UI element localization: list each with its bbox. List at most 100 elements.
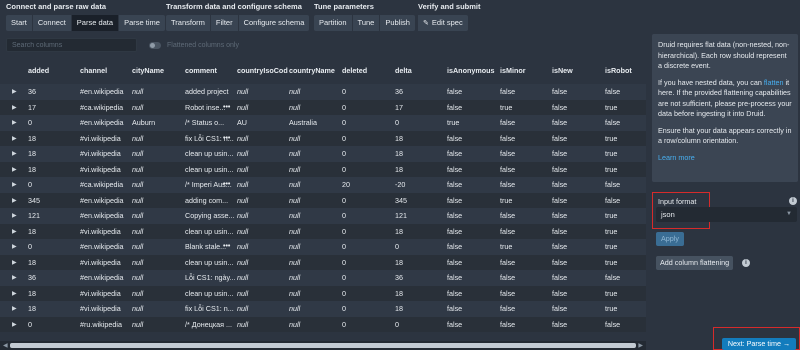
- ensure-text: Ensure that your data appears correctly …: [658, 125, 792, 146]
- step-publish-button[interactable]: Publish: [380, 15, 415, 31]
- table-cell: clean up usin...: [185, 288, 234, 298]
- column-header[interactable]: deleted: [342, 66, 395, 75]
- table-row[interactable]: ▶ 18 #vi.wikipedia null clean up usin... null…: [0, 223, 646, 239]
- table-cell: false: [552, 242, 568, 252]
- table-row[interactable]: ▶ 0 #ca.wikipedia null/* Imperi Aus... ••• nu…: [0, 177, 646, 193]
- table-cell: true: [605, 226, 618, 236]
- next-parse-time-button[interactable]: Next: Parse time →: [722, 338, 796, 350]
- table-row[interactable]: ▶ 345 #en.wikipedia null adding com... null nu…: [0, 192, 646, 208]
- column-header[interactable]: isMinor: [500, 66, 552, 75]
- table-cell: #vi.wikipedia: [80, 226, 121, 236]
- scroll-right-icon[interactable]: ▶: [638, 342, 643, 349]
- column-header[interactable]: cityName: [132, 66, 185, 75]
- table-cell: null: [237, 195, 249, 205]
- caret-right-icon[interactable]: ▶: [0, 181, 28, 188]
- step-partition-button[interactable]: Partition: [314, 15, 353, 31]
- table-cell: true: [500, 195, 513, 205]
- table-cell: true: [605, 149, 618, 159]
- column-header[interactable]: countryName: [289, 66, 342, 75]
- table-row[interactable]: ▶ 18 #vi.wikipedia null clean up usin... null…: [0, 254, 646, 270]
- caret-right-icon[interactable]: ▶: [0, 88, 28, 95]
- caret-right-icon[interactable]: ▶: [0, 135, 28, 142]
- table-cell: #vi.wikipedia: [80, 304, 121, 314]
- caret-right-icon[interactable]: ▶: [0, 119, 28, 126]
- apply-button[interactable]: Apply: [656, 232, 684, 246]
- step-transform-button[interactable]: Transform: [166, 15, 211, 31]
- add-column-flattening-button[interactable]: Add column flattening: [656, 256, 734, 270]
- step-parse-time-button[interactable]: Parse time: [119, 15, 165, 31]
- caret-right-icon[interactable]: ▶: [0, 104, 28, 111]
- toggle-switch[interactable]: [149, 41, 161, 49]
- column-header[interactable]: isNew: [552, 66, 605, 75]
- column-header[interactable]: channel: [80, 66, 132, 75]
- table-row[interactable]: ▶ 18 #vi.wikipedia null fix Lỗi CS1: n... •••…: [0, 130, 646, 146]
- step-group-connect: Connect and parse raw data Start Connect…: [6, 2, 165, 31]
- table-cell: false: [500, 118, 516, 128]
- learn-more-link[interactable]: Learn more: [658, 153, 695, 162]
- table-cell: false: [500, 164, 516, 174]
- caret-right-icon[interactable]: ▶: [0, 243, 28, 250]
- table-row[interactable]: ▶ 18 #vi.wikipedia null fix Lỗi CS1: n... nul…: [0, 301, 646, 317]
- table-cell: false: [500, 133, 516, 143]
- caret-right-icon[interactable]: ▶: [0, 197, 28, 204]
- table-cell: false: [447, 226, 463, 236]
- table-row[interactable]: ▶ 0 #ru.wikipedia null/* Донецкая ... null nu…: [0, 316, 646, 332]
- table-cell: 0: [395, 242, 399, 252]
- table-cell: added project: [185, 87, 229, 97]
- step-configure-schema-button[interactable]: Configure schema: [238, 15, 310, 31]
- table-cell: 345: [395, 195, 407, 205]
- table-row[interactable]: ▶ 18 #vi.wikipedia null clean up usin... null…: [0, 161, 646, 177]
- table-row[interactable]: ▶ 121 #en.wikipedia null Copying asse... null…: [0, 208, 646, 224]
- column-header[interactable]: added: [28, 66, 80, 75]
- table-row[interactable]: ▶ 0 #en.wikipedia null Blank stale... ••• null…: [0, 239, 646, 255]
- horizontal-scrollbar[interactable]: ◀ ▶: [0, 341, 646, 350]
- caret-right-icon[interactable]: ▶: [0, 166, 28, 173]
- step-connect-button[interactable]: Connect: [32, 15, 72, 31]
- table-cell: null: [237, 242, 249, 252]
- scroll-left-icon[interactable]: ◀: [3, 342, 8, 349]
- step-filter-button[interactable]: Filter: [210, 15, 239, 31]
- flattened-columns-toggle[interactable]: Flattened columns only: [149, 41, 239, 49]
- table-cell: null: [237, 180, 249, 190]
- column-header[interactable]: isRobot: [605, 66, 645, 75]
- info-icon[interactable]: i: [789, 197, 797, 205]
- caret-right-icon[interactable]: ▶: [0, 212, 28, 219]
- caret-right-icon[interactable]: ▶: [0, 259, 28, 266]
- column-header[interactable]: isAnonymous: [447, 66, 500, 75]
- flatten-link[interactable]: flatten: [764, 78, 784, 87]
- input-format-select[interactable]: json ▼: [656, 207, 797, 222]
- table-cell: #ru.wikipedia: [80, 319, 122, 329]
- caret-right-icon[interactable]: ▶: [0, 150, 28, 157]
- step-edit-spec-button[interactable]: ✎ Edit spec: [418, 15, 468, 31]
- table-cell: null: [289, 257, 301, 267]
- table-row[interactable]: ▶ 17 #ca.wikipedia null Robot inse... ••• null…: [0, 99, 646, 115]
- caret-right-icon[interactable]: ▶: [0, 274, 28, 281]
- info-icon[interactable]: i: [742, 259, 750, 267]
- step-start-button[interactable]: Start: [6, 15, 33, 31]
- table-row[interactable]: ▶ 36 #en.wikipedia null added project null nul…: [0, 84, 646, 100]
- caret-right-icon[interactable]: ▶: [0, 228, 28, 235]
- table-cell: 0: [28, 180, 32, 190]
- column-header[interactable]: delta: [395, 66, 447, 75]
- step-parse-data-button[interactable]: Parse data: [71, 15, 120, 31]
- search-columns-input[interactable]: [6, 38, 137, 52]
- caret-right-icon[interactable]: ▶: [0, 321, 28, 328]
- table-row[interactable]: ▶ 18 #vi.wikipedia null clean up usin... null…: [0, 146, 646, 162]
- table-row[interactable]: ▶ 18 #vi.wikipedia null clean up usin... null…: [0, 285, 646, 301]
- caret-right-icon[interactable]: ▶: [0, 305, 28, 312]
- step-tune-button[interactable]: Tune: [352, 15, 381, 31]
- step-group-tune: Tune parameters Partition Tune Publish: [314, 2, 415, 31]
- table-row[interactable]: ▶ 0 #en.wikipedia Auburn/* Status o... AU Aus…: [0, 115, 646, 131]
- table-cell: false: [552, 273, 568, 283]
- table-cell: false: [500, 180, 516, 190]
- table-cell: false: [447, 102, 463, 112]
- caret-right-icon[interactable]: ▶: [0, 290, 28, 297]
- scrollbar-thumb[interactable]: [10, 343, 636, 348]
- table-cell: #en.wikipedia: [80, 195, 124, 205]
- flattened-columns-label: Flattened columns only: [167, 41, 239, 49]
- table-row[interactable]: ▶ 36 #en.wikipedia null Lỗi CS1: ngày... null…: [0, 270, 646, 286]
- column-header[interactable]: comment: [185, 66, 237, 75]
- table-cell: 36: [395, 87, 403, 97]
- table-cell: #vi.wikipedia: [80, 257, 121, 267]
- column-header[interactable]: countryIsoCod: [237, 66, 289, 75]
